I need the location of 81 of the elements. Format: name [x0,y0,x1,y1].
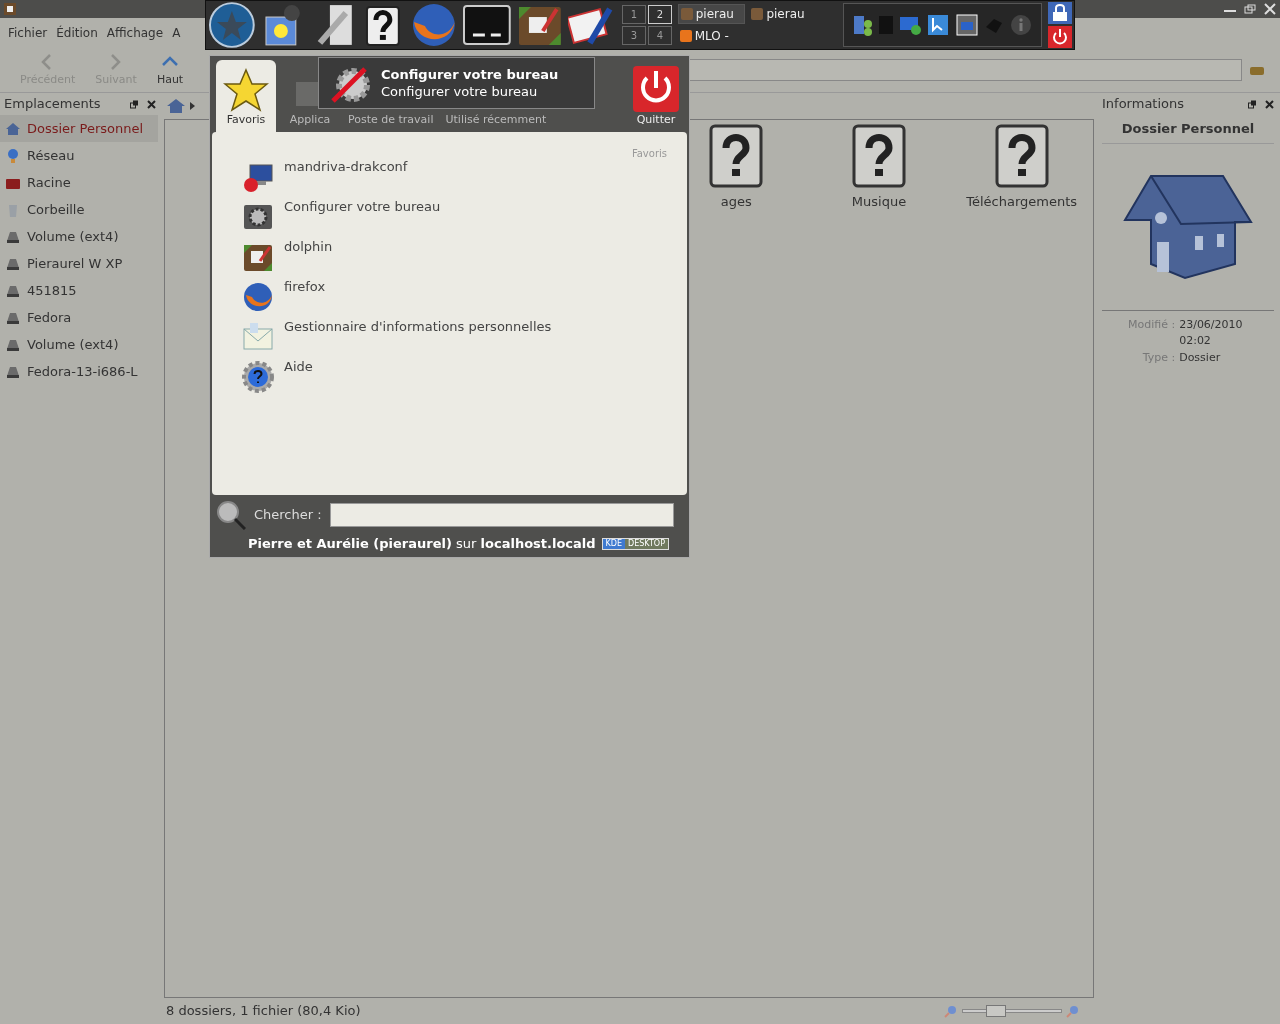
launcher-item[interactable]: mandriva-drakconf [242,161,657,201]
panel-title: Informations [1102,95,1185,114]
detach-icon[interactable] [130,99,139,109]
launcher-item[interactable]: Gestionnaire d'informations personnelles [242,321,657,361]
places-item[interactable]: Pieraurel W XP [0,250,158,277]
house-icon[interactable] [166,97,186,115]
file-item[interactable]: Musique [807,124,951,212]
star-icon [223,67,269,112]
toolbar-button[interactable]: Haut [150,51,190,89]
kde-badge: KDE DESKTOP [601,538,669,550]
tooltip-subtitle: Configurer votre bureau [381,83,539,100]
globe-fox-icon [242,281,274,313]
detach-icon[interactable] [1248,99,1257,109]
close-icon[interactable] [1265,99,1274,109]
file-item[interactable]: Téléchargements [950,124,1093,212]
info-value: 23/06/2010 02:02 [1179,316,1244,349]
places-item[interactable]: Racine [0,169,158,196]
places-item[interactable]: 451815 [0,277,158,304]
power-icon[interactable] [1048,26,1072,48]
photo-icon[interactable] [955,14,978,36]
info-icon[interactable] [1009,14,1032,36]
breadcrumb-arrow-icon [190,102,195,110]
info-value: Dossier [1179,349,1222,366]
unknown-file-icon [709,124,764,188]
places-item[interactable]: Volume (ext4) [0,331,158,358]
search-icon [216,500,246,530]
info-title: Dossier Personnel [1102,115,1274,144]
cursor-icon[interactable] [927,14,950,36]
house-icon [5,120,21,137]
launcher-item[interactable]: Aide [242,361,657,401]
desktop-pager-cell[interactable]: 3 [622,26,646,45]
launcher-item[interactable]: Configurer votre bureau [242,201,657,241]
power-icon [633,65,679,112]
app-icon [680,8,693,20]
menu-item[interactable]: A [172,24,181,42]
zoom-slider[interactable] [962,1005,1062,1017]
menu-item[interactable]: Affichage [106,24,164,42]
taskbar-task[interactable]: pierau [749,4,817,24]
app-icon [4,3,16,15]
places-item[interactable]: Dossier Personnel [0,115,158,142]
search-field[interactable] [329,503,674,527]
places-item[interactable]: Réseau [0,142,158,169]
slider-handle[interactable] [986,1005,1006,1017]
menu-item[interactable]: Fichier [8,24,48,42]
launcher-item[interactable]: dolphin [242,241,657,281]
desktop-pager-cell[interactable]: 2 [647,5,672,24]
menu-item[interactable]: Édition [56,24,98,42]
info-label: Type : [1141,349,1176,366]
speaker-icon[interactable] [853,14,874,36]
user-info-text: Pierre et Aurélie (pieraurel) sur localhost.locald [248,535,596,554]
places-item[interactable]: Volume (ext4) [0,223,158,250]
tooltip-title: Configurer votre bureau [381,66,559,83]
search-label: Chercher : [254,506,322,525]
help-icon [242,361,274,393]
launcher-item[interactable]: firefox [242,281,657,321]
desktop-pager-cell[interactable]: 4 [647,26,672,45]
monitor-icon [242,161,274,193]
panel-title: Emplacements [4,95,101,114]
taskbar-task[interactable]: MLO - [677,26,746,46]
globe-icon [5,147,21,164]
app-icon [679,30,692,42]
envelope-icon [242,321,274,353]
desktop-pager-cell[interactable]: 1 [622,5,646,24]
taskbar-task[interactable]: pierau [677,4,746,24]
unknown-file-icon [852,124,906,188]
monitor-check-icon[interactable] [899,15,922,35]
status-text: 8 dossiers, 1 fichier (80,4 Kio) [166,1002,361,1021]
lock-icon[interactable] [1048,2,1072,24]
star-launcher-icon[interactable] [208,1,256,49]
section-label: Favoris [631,147,667,161]
restore-icon[interactable] [1244,4,1256,14]
close-icon[interactable] [147,99,156,109]
places-item[interactable]: Fedora-13-i686-L [0,358,158,385]
unknown-file-icon [994,124,1049,188]
places-item[interactable]: Fedora [0,304,158,331]
info-label: Modifié : [1128,316,1176,333]
places-item[interactable]: Corbeille [0,196,158,223]
launcher-tab[interactable]: Favoris [216,60,276,132]
app-icon [751,8,764,20]
terminal-launcher-icon[interactable] [462,5,511,45]
globe-fox-launcher-icon[interactable] [411,2,457,48]
